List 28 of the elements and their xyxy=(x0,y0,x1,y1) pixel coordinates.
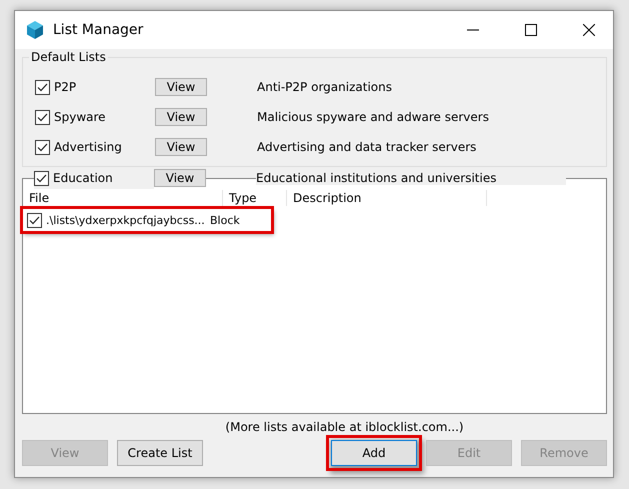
view-button[interactable]: View xyxy=(155,78,207,96)
list-description: Educational institutions and universities xyxy=(256,171,566,185)
type-cell-text: Block xyxy=(209,214,241,226)
column-header[interactable]: File xyxy=(23,190,223,206)
checkbox[interactable] xyxy=(35,110,50,124)
list-label: Spyware xyxy=(54,110,106,124)
column-header[interactable]: Type xyxy=(223,190,287,206)
list-label: Education xyxy=(53,171,113,185)
more-lists-link[interactable]: (More lists available at iblocklist.com...) xyxy=(225,420,464,434)
file-cell-text: .\lists\ydxerpxkpcfqjaybcss... xyxy=(45,214,206,226)
list-description: Advertising and data tracker servers xyxy=(257,140,476,154)
list-label: P2P xyxy=(54,80,76,94)
list-row[interactable]: .\lists\ydxerpxkpcfqjaybcss... Block xyxy=(22,208,272,232)
checkbox[interactable] xyxy=(27,212,42,228)
cube-icon xyxy=(25,20,45,40)
dialog-button[interactable]: Create List xyxy=(117,440,203,466)
view-button[interactable]: View xyxy=(155,138,207,156)
list-label: Advertising xyxy=(54,140,122,154)
column-header[interactable]: Description xyxy=(287,190,487,206)
checkbox[interactable] xyxy=(35,140,50,154)
list-description: Anti-P2P organizations xyxy=(257,80,392,94)
view-button[interactable]: View xyxy=(155,108,207,126)
group-title: Default Lists xyxy=(29,50,108,64)
view-button[interactable]: View xyxy=(154,169,206,187)
checkbox[interactable] xyxy=(34,170,49,186)
list-description: Malicious spyware and adware servers xyxy=(257,110,489,124)
checkbox[interactable] xyxy=(35,80,50,94)
window-title: List Manager xyxy=(53,22,144,38)
